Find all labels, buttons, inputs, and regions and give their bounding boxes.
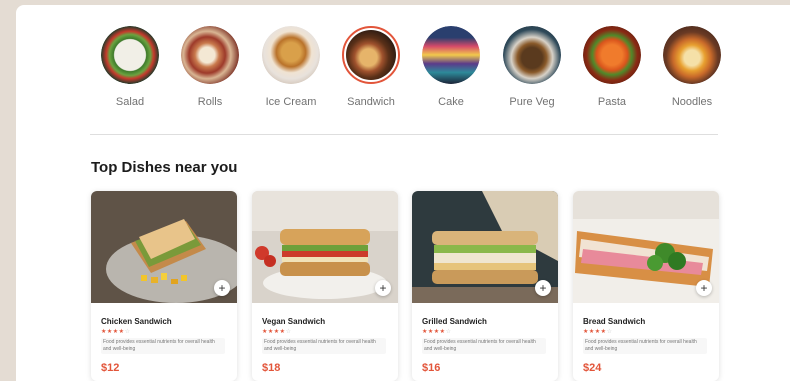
dish-image[interactable]: + <box>573 191 719 303</box>
section-divider <box>90 134 718 135</box>
add-to-cart-button[interactable]: + <box>535 280 551 296</box>
category-noodles[interactable]: Noodles <box>652 26 732 108</box>
pure-veg-icon <box>503 26 561 84</box>
section-title: Top Dishes near you <box>91 159 238 176</box>
add-to-cart-button[interactable]: + <box>375 280 391 296</box>
salad-icon <box>101 26 159 84</box>
star-empty-icon: ☆ <box>606 329 613 335</box>
dish-info: Vegan Sandwich ★★★★☆ Food provides essen… <box>252 303 398 374</box>
rating-stars: ★★★★☆ <box>422 328 548 335</box>
rolls-icon <box>181 26 239 84</box>
star-empty-icon: ☆ <box>285 329 292 335</box>
dish-description: Food provides essential nutrients for ov… <box>262 338 386 354</box>
dish-card-vegan-sandwich[interactable]: + Vegan Sandwich ★★★★☆ Food provides ess… <box>252 191 398 381</box>
dish-image[interactable]: + <box>91 191 237 303</box>
dish-card-grilled-sandwich[interactable]: + Grilled Sandwich ★★★★☆ Food provides e… <box>412 191 558 381</box>
dish-name: Vegan Sandwich <box>262 317 326 326</box>
dish-price: $18 <box>262 362 281 374</box>
category-pure-veg[interactable]: Pure Veg <box>492 26 572 108</box>
dish-image[interactable]: + <box>252 191 398 303</box>
add-to-cart-button[interactable]: + <box>214 280 230 296</box>
dish-name: Grilled Sandwich <box>422 317 487 326</box>
dish-info: Grilled Sandwich ★★★★☆ Food provides ess… <box>412 303 558 374</box>
dish-card-chicken-sandwich[interactable]: + Chicken Sandwich ★★★★☆ Food provides e… <box>91 191 237 381</box>
category-ice-cream[interactable]: Ice Cream <box>251 26 331 108</box>
cake-icon <box>422 26 480 84</box>
dish-description: Food provides essential nutrients for ov… <box>101 338 225 354</box>
content-panel: Salad Rolls Ice Cream Sandwich Cake Pure… <box>16 5 790 381</box>
category-sandwich[interactable]: Sandwich <box>331 26 411 108</box>
pasta-icon <box>583 26 641 84</box>
noodles-icon <box>663 26 721 84</box>
category-menu: Salad Rolls Ice Cream Sandwich Cake Pure… <box>90 26 722 116</box>
star-empty-icon: ☆ <box>124 329 131 335</box>
dish-price: $24 <box>583 362 602 374</box>
ice-cream-icon <box>262 26 320 84</box>
rating-stars: ★★★★☆ <box>583 328 709 335</box>
dish-info: Chicken Sandwich ★★★★☆ Food provides ess… <box>91 303 237 374</box>
rating-stars: ★★★★☆ <box>262 328 388 335</box>
dish-description: Food provides essential nutrients for ov… <box>422 338 546 354</box>
dish-description: Food provides essential nutrients for ov… <box>583 338 707 354</box>
rating-stars: ★★★★☆ <box>101 328 227 335</box>
dish-info: Bread Sandwich ★★★★☆ Food provides essen… <box>573 303 719 374</box>
dish-price: $16 <box>422 362 441 374</box>
category-rolls[interactable]: Rolls <box>170 26 250 108</box>
add-to-cart-button[interactable]: + <box>696 280 712 296</box>
star-empty-icon: ☆ <box>445 329 452 335</box>
sandwich-icon <box>342 26 400 84</box>
dish-image[interactable]: + <box>412 191 558 303</box>
dish-grid: + Chicken Sandwich ★★★★☆ Food provides e… <box>91 191 721 381</box>
dish-price: $12 <box>101 362 120 374</box>
dish-name: Chicken Sandwich <box>101 317 172 326</box>
category-pasta[interactable]: Pasta <box>572 26 652 108</box>
dish-name: Bread Sandwich <box>583 317 646 326</box>
dish-card-bread-sandwich[interactable]: + Bread Sandwich ★★★★☆ Food provides ess… <box>573 191 719 381</box>
category-cake[interactable]: Cake <box>411 26 491 108</box>
category-salad[interactable]: Salad <box>90 26 170 108</box>
